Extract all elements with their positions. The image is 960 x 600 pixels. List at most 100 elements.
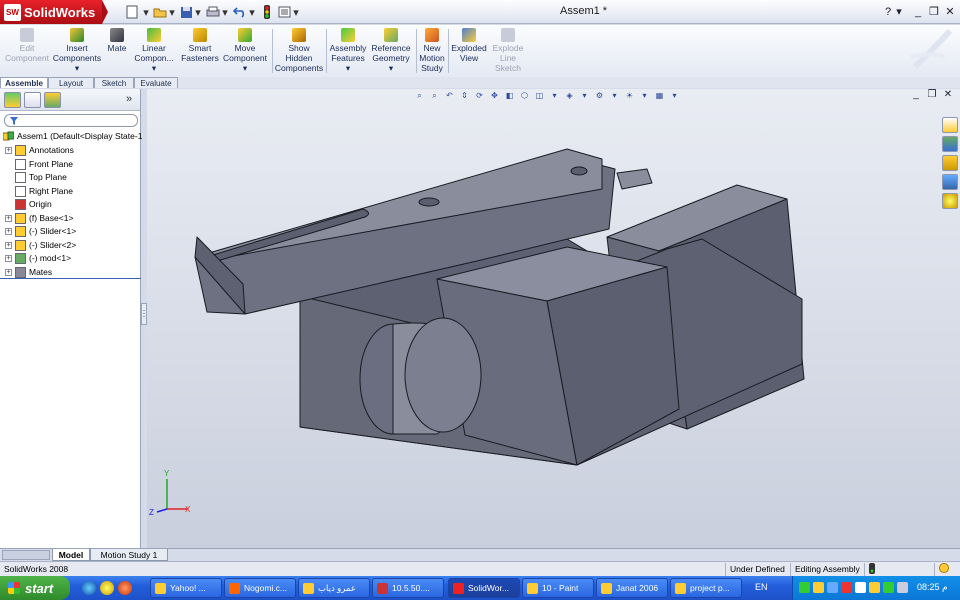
tab-assemble[interactable]: Assemble: [0, 77, 48, 88]
tray-antivirus-icon[interactable]: [841, 582, 852, 593]
tree-item[interactable]: +Right Plane: [5, 185, 73, 198]
property-manager-tab-icon[interactable]: [24, 92, 41, 108]
tree-item[interactable]: + Annotations: [5, 144, 74, 157]
tab-motion-study-1[interactable]: Motion Study 1: [90, 549, 168, 561]
new-motion-study-button[interactable]: New Motion Study: [418, 28, 446, 73]
insert-components-button[interactable]: Insert Components ▾: [52, 28, 102, 73]
start-button[interactable]: start: [0, 576, 70, 600]
taskbar-app-icon: [453, 582, 464, 594]
tab-model[interactable]: Model: [52, 549, 90, 561]
status-definition: Under Defined: [725, 563, 789, 576]
toolbar-separator: [326, 29, 327, 73]
tab-scroll-controls[interactable]: [2, 550, 50, 560]
configuration-manager-tab-icon[interactable]: [44, 92, 61, 108]
messenger-icon[interactable]: [100, 581, 114, 595]
chevron-down-icon[interactable]: ▾: [194, 4, 202, 20]
chevron-down-icon: ▾: [74, 63, 80, 73]
tree-filter-input[interactable]: [4, 114, 138, 127]
tree-item-icon: [15, 239, 26, 251]
link-arm-pin-hole: [418, 197, 440, 207]
undo-icon[interactable]: [232, 4, 248, 20]
close-button[interactable]: ✕: [942, 4, 958, 19]
expand-icon[interactable]: +: [5, 228, 12, 235]
tab-layout[interactable]: Layout: [48, 77, 94, 88]
taskbar-button[interactable]: Janat 2006: [596, 578, 668, 598]
edit-component-button[interactable]: Edit Component: [4, 28, 50, 63]
taskbar-button-label: Yahoo! ...: [170, 583, 206, 593]
graphics-area[interactable]: ⌕ ⌕ ↶ ⇕ ⟳ ✥ ◧ ⬡ ◫ ▾ ◈ ▾ ⚙ ▾ ☀ ▾ ▦ ▾ _ ❐ …: [147, 89, 960, 548]
tree-item[interactable]: + Mates: [5, 266, 52, 279]
tree-item[interactable]: + (-) mod<1>: [5, 252, 71, 265]
move-component-button[interactable]: Move Component ▾: [222, 28, 268, 73]
internet-explorer-icon[interactable]: [82, 581, 96, 595]
rebuild-traffic-light-icon[interactable]: [260, 4, 274, 20]
open-folder-icon[interactable]: [152, 4, 168, 20]
tree-item[interactable]: + (-) Slider<2>: [5, 239, 76, 252]
chevron-down-icon[interactable]: ▾: [168, 4, 176, 20]
expand-icon[interactable]: +: [5, 255, 12, 262]
new-document-icon[interactable]: [124, 4, 140, 20]
chevron-down-icon[interactable]: ▾: [894, 4, 904, 19]
system-clock[interactable]: 08:25 م: [917, 582, 948, 593]
save-icon[interactable]: [178, 4, 194, 20]
reference-geometry-label: Reference Geometry: [371, 43, 411, 63]
firefox-icon[interactable]: [118, 581, 132, 595]
tree-item[interactable]: +Front Plane: [5, 158, 73, 171]
tray-volume-icon[interactable]: [897, 582, 908, 593]
document-title: Assem1 *: [560, 5, 608, 17]
chevron-down-icon[interactable]: ▾: [292, 4, 300, 20]
taskbar-button[interactable]: 10.5.50....: [372, 578, 444, 598]
show-hidden-components-button[interactable]: Show Hidden Components: [274, 28, 324, 73]
tree-root-label: Assem1 (Default<Display State-1: [17, 131, 143, 141]
expand-icon[interactable]: +: [5, 147, 12, 154]
restore-button[interactable]: ❐: [926, 4, 942, 19]
tab-evaluate[interactable]: Evaluate: [134, 77, 178, 88]
tree-root-assembly[interactable]: Assem1 (Default<Display State-1: [3, 130, 142, 143]
taskbar-button[interactable]: Yahoo! ...: [150, 578, 222, 598]
taskbar-button[interactable]: project p...: [670, 578, 742, 598]
taskbar-button[interactable]: SolidWor...: [448, 578, 520, 598]
mate-button[interactable]: Mate: [104, 28, 130, 53]
tray-app-icon[interactable]: [869, 582, 880, 593]
tray-app-icon[interactable]: [883, 582, 894, 593]
language-indicator[interactable]: EN: [755, 582, 768, 592]
smart-fasteners-button[interactable]: Smart Fasteners: [178, 28, 222, 63]
guide-rail: [616, 168, 653, 190]
print-icon[interactable]: [205, 4, 221, 20]
assembly-features-button[interactable]: Assembly Features ▾: [328, 28, 368, 73]
tree-item[interactable]: +Top Plane: [5, 171, 67, 184]
tab-sketch[interactable]: Sketch: [94, 77, 134, 88]
linear-pattern-icon: [147, 28, 161, 42]
tray-app-icon[interactable]: [827, 582, 838, 593]
taskbar-button[interactable]: 10 - Paint: [522, 578, 594, 598]
expand-icon[interactable]: +: [5, 268, 12, 276]
options-icon[interactable]: [276, 4, 292, 20]
tray-app-icon[interactable]: [855, 582, 866, 593]
taskbar-button[interactable]: Nogomi.c...: [224, 578, 296, 598]
quick-tips-icon[interactable]: [934, 563, 960, 576]
menu-arrow-icon: [102, 0, 108, 24]
exploded-view-button[interactable]: Exploded View: [450, 28, 488, 63]
tree-item[interactable]: +Origin: [5, 198, 52, 211]
linear-component-button[interactable]: Linear Compon... ▾: [132, 28, 176, 73]
expand-icon[interactable]: +: [5, 214, 12, 222]
tree-item[interactable]: + (-) Slider<1>: [5, 225, 76, 238]
tray-app-icon[interactable]: [813, 582, 824, 593]
chevron-down-icon[interactable]: ▾: [142, 4, 150, 20]
chevron-down-icon[interactable]: ▾: [221, 4, 229, 20]
chevron-down-icon[interactable]: ▾: [248, 4, 256, 20]
panel-collapse-icon[interactable]: »: [126, 93, 132, 105]
taskbar-button-label: عمرو دياب: [318, 582, 356, 593]
tree-item-label: Front Plane: [29, 158, 73, 169]
rebuild-status-icon[interactable]: [864, 563, 878, 576]
reference-geometry-button[interactable]: Reference Geometry ▾: [370, 28, 412, 73]
taskbar-button[interactable]: عمرو دياب: [298, 578, 370, 598]
expand-icon[interactable]: +: [5, 241, 12, 249]
solidworks-menu-button[interactable]: SW SolidWorks: [0, 0, 108, 24]
minimize-button[interactable]: _: [910, 4, 926, 19]
assembly-model[interactable]: [147, 89, 960, 548]
tray-network-icon[interactable]: [799, 582, 810, 593]
explode-line-sketch-button[interactable]: Explode Line Sketch: [490, 28, 526, 73]
feature-manager-tab-icon[interactable]: [4, 92, 21, 108]
tree-item[interactable]: + (f) Base<1>: [5, 212, 73, 225]
